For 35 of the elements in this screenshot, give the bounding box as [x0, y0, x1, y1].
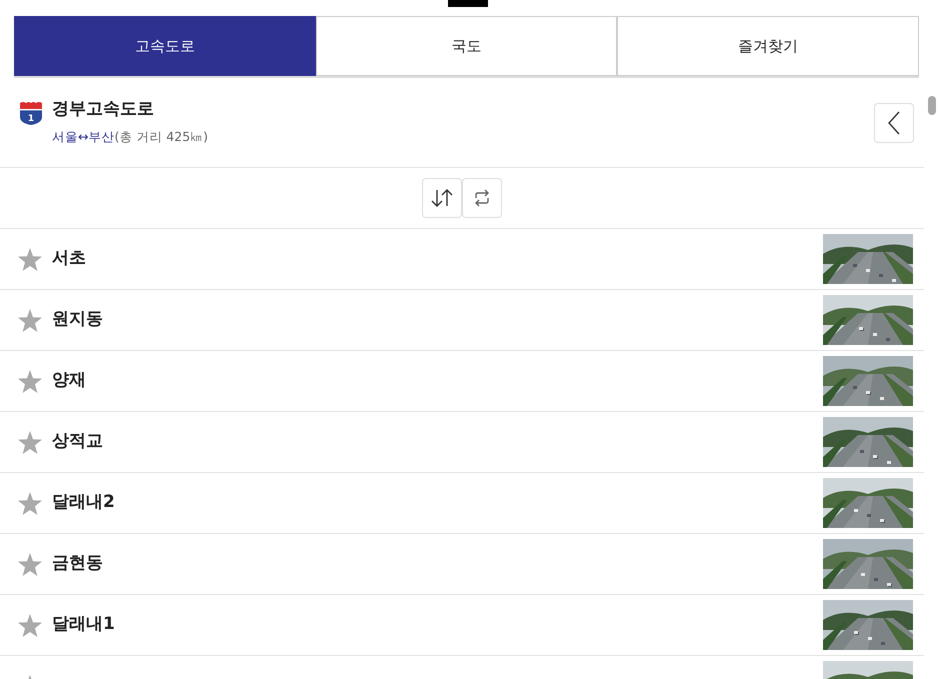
camera-name: 원지동 [52, 308, 104, 332]
camera-name: 상적교 [52, 430, 104, 454]
camera-row[interactable]: 상적교 [0, 412, 924, 473]
camera-row[interactable]: 금현동 [0, 534, 924, 595]
camera-row[interactable]: 달래내2 [0, 473, 924, 534]
chevron-left-icon [887, 110, 901, 134]
camera-name: 달래내2 [52, 491, 116, 514]
route-title: 경부고속도로 [52, 98, 155, 121]
camera-row[interactable]: 원지동 [0, 290, 924, 351]
camera-row[interactable]: 달래내1 [0, 595, 924, 656]
star-icon[interactable] [18, 492, 42, 514]
star-icon[interactable] [18, 248, 42, 270]
camera-name: 양재 [52, 369, 87, 392]
refresh-button[interactable] [462, 178, 502, 218]
camera-row[interactable]: 서초 [0, 229, 924, 290]
star-icon[interactable] [18, 614, 42, 636]
reverse-direction-button[interactable] [422, 178, 462, 218]
route-distance: (총 거리 425㎞) [114, 129, 208, 144]
camera-notch [448, 0, 488, 7]
star-icon[interactable] [18, 430, 42, 454]
tab[interactable]: 국도 [316, 16, 618, 76]
scrollbar-thumb[interactable] [928, 96, 936, 115]
repeat-icon [473, 189, 491, 207]
star-icon[interactable] [18, 370, 42, 392]
camera-name: 달래내1 [52, 613, 116, 636]
star-icon[interactable] [18, 552, 42, 576]
route-endpoints: 서울↔부산 [52, 129, 114, 144]
star-icon[interactable] [18, 308, 42, 332]
tab[interactable]: 즐겨찾기 [617, 16, 920, 76]
tab[interactable]: 고속도로 [14, 16, 316, 76]
camera-name: 금현동 [52, 552, 104, 576]
camera-row[interactable]: 양재 [0, 351, 924, 412]
camera-name: 서초 [52, 247, 87, 270]
up-down-arrows-icon [431, 188, 453, 208]
back-button[interactable] [874, 102, 914, 142]
